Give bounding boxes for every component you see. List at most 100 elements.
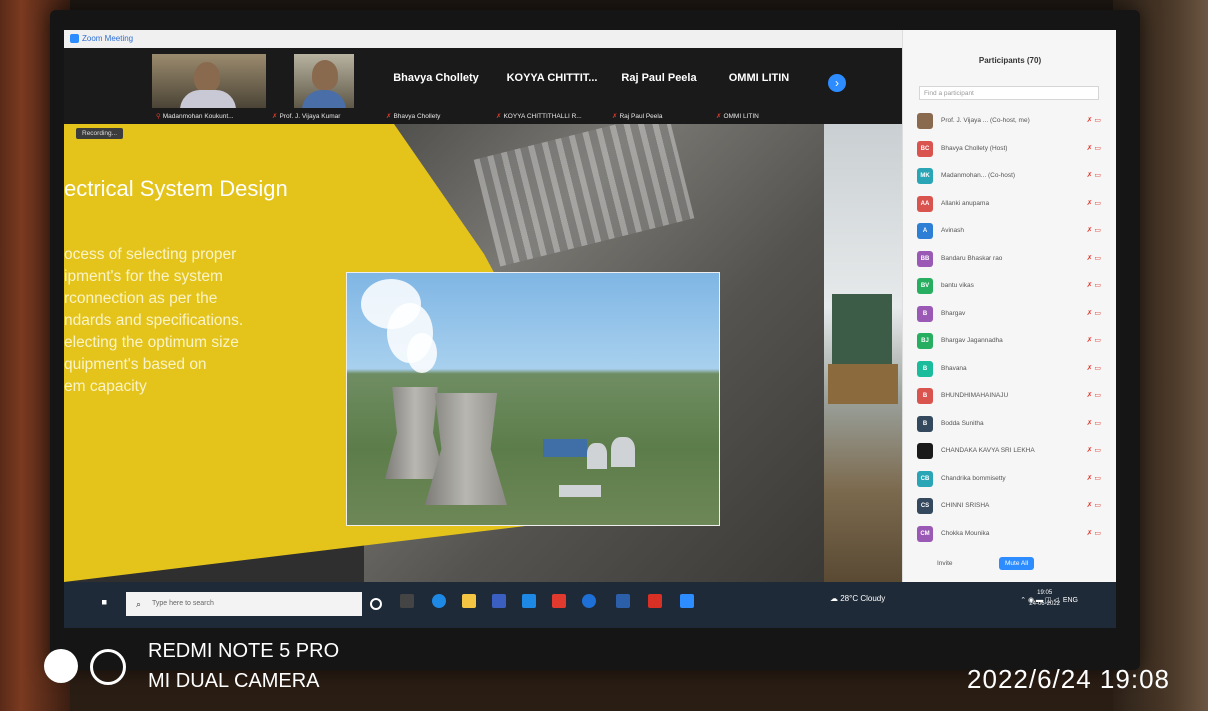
mic-muted-icon[interactable]: ✗ ▭ — [1087, 144, 1101, 152]
tile-big-name: Bhavya Chollety — [393, 72, 479, 84]
participant-row[interactable]: BC Bhavya Chollety (Host) ✗ ▭ — [917, 136, 1103, 164]
video-tile[interactable] — [294, 54, 354, 108]
participant-name: Madanmohan... (Co-host) — [941, 172, 1016, 179]
video-tile[interactable]: KOYYA CHITTIT... — [494, 54, 610, 108]
participant-name: Bandaru Bhaskar rao — [941, 254, 1003, 262]
reactor-dome — [611, 437, 635, 467]
shared-slide: Recording... ectrical System Design oces… — [64, 124, 902, 582]
avatar: B — [917, 360, 933, 377]
search-icon: ⌕ — [136, 599, 142, 609]
tile-name: ✗ Bhavya Chollety — [386, 113, 441, 120]
power-plant-photo — [346, 272, 720, 526]
participant-row[interactable]: MK Madanmohan... (Co-host) ✗ ▭ — [917, 163, 1103, 191]
zoom-taskbar-icon[interactable] — [680, 594, 694, 608]
invite-button[interactable]: Invite — [937, 560, 953, 567]
participant-row[interactable]: CHANDAKA KAVYA SRI LEKHA ✗ ▭ — [917, 438, 1103, 466]
taskbar-search-input[interactable]: ⌕ Type here to search — [126, 592, 362, 616]
taskbar-clock[interactable]: 19:05 24-06-2022 — [1029, 588, 1060, 610]
app-icon[interactable] — [582, 594, 596, 608]
avatar: A — [917, 223, 933, 239]
mic-muted-icon: ✗ — [272, 113, 278, 120]
participant-row[interactable]: B BHUNDHIMAHAINAJU ✗ ▭ — [917, 383, 1103, 411]
participant-row[interactable]: CM Chokka Mounika ✗ ▭ — [917, 521, 1103, 549]
avatar: BC — [917, 140, 933, 157]
video-tile[interactable] — [152, 54, 266, 108]
mic-icon: ⚲ — [156, 113, 161, 120]
video-tile[interactable]: Raj Paul Peela — [614, 54, 704, 108]
participant-row[interactable]: A Avinash ✗ ▭ — [917, 218, 1103, 246]
participant-row[interactable]: B Bhargav ✗ ▭ — [917, 301, 1103, 329]
participant-row[interactable]: AA Allanki anupama ✗ ▭ — [917, 191, 1103, 219]
mic-muted-icon[interactable]: ✗ ▭ — [1087, 254, 1101, 262]
participant-row[interactable]: Prof. J. Vijaya ... (Co-host, me) ✗ ▭ — [917, 108, 1103, 136]
avatar: BV — [917, 278, 933, 294]
tile-name: ✗ Prof. J. Vijaya Kumar — [272, 113, 341, 120]
participant-row[interactable]: CS CHINNI SRISHA ✗ ▭ — [917, 493, 1103, 521]
avatar: CB — [917, 470, 933, 487]
store-icon[interactable] — [492, 594, 506, 608]
participants-panel: Participants (70) Find a participant Pro… — [902, 30, 1116, 582]
participant-search-input[interactable]: Find a participant — [919, 86, 1099, 100]
mic-muted-icon[interactable]: ✗ ▭ — [1087, 474, 1101, 482]
camera-watermark-text: REDMI NOTE 5 PRO MI DUAL CAMERA — [148, 636, 339, 696]
mic-muted-icon[interactable]: ✗ ▭ — [1087, 116, 1101, 124]
participant-name: CHINNI SRISHA — [941, 502, 990, 509]
participant-row[interactable]: BV bantu vikas ✗ ▭ — [917, 273, 1103, 301]
mic-muted-icon[interactable]: ✗ ▭ — [1087, 309, 1101, 317]
mic-muted-icon: ✗ — [716, 113, 722, 120]
task-switcher-icon[interactable] — [400, 594, 414, 608]
zoom-icon — [70, 34, 79, 44]
weather-widget[interactable]: ☁ 28°C Cloudy — [830, 594, 885, 603]
mic-muted-icon[interactable]: ✗ ▭ — [1087, 171, 1101, 179]
participant-name: Allanki anupama — [941, 199, 990, 207]
participant-row[interactable]: B Bodda Sunitha ✗ ▭ — [917, 411, 1103, 439]
camera-model: REDMI NOTE 5 PRO — [148, 640, 340, 662]
next-page-arrow-icon[interactable]: › — [828, 74, 846, 92]
participant-row[interactable]: CB Chandrika bommisetty ✗ ▭ — [917, 466, 1103, 494]
photo-timestamp: 2022/6/24 19:08 — [967, 664, 1170, 694]
mic-muted-icon[interactable]: ✗ ▭ — [1087, 501, 1101, 509]
mail-icon[interactable] — [522, 594, 536, 608]
clock-date: 24-06-2022 — [1029, 601, 1060, 607]
video-tile[interactable]: Bhavya Chollety — [386, 54, 486, 108]
mic-muted-icon[interactable]: ✗ ▭ — [1087, 226, 1101, 234]
mic-muted-icon[interactable]: ✗ ▭ — [1087, 529, 1101, 537]
avatar: CS — [917, 498, 933, 514]
participant-row[interactable]: BB Bandaru Bhaskar rao ✗ ▭ — [917, 246, 1103, 274]
video-tile[interactable]: OMMI LITIN — [714, 54, 804, 108]
mic-muted-icon[interactable]: ✗ ▭ — [1087, 364, 1101, 372]
avatar: B — [917, 415, 933, 432]
mic-muted-icon[interactable]: ✗ ▭ — [1087, 419, 1101, 427]
tile-big-name: Raj Paul Peela — [621, 72, 697, 84]
instrument-knobs — [473, 124, 695, 267]
mic-muted-icon[interactable]: ✗ ▭ — [1087, 199, 1101, 207]
mic-muted-icon[interactable]: ✗ ▭ — [1087, 281, 1101, 289]
edge-browser-icon[interactable] — [432, 594, 446, 608]
mic-muted-icon: ✗ — [612, 113, 618, 120]
participants-footer: Invite Mute All — [903, 556, 1116, 576]
mic-muted-icon[interactable]: ✗ ▭ — [1087, 446, 1101, 454]
pdf-reader-icon[interactable] — [648, 594, 662, 608]
participant-name: Chokka Mounika — [941, 529, 990, 537]
mic-muted-icon[interactable]: ✗ ▭ — [1087, 391, 1101, 399]
word-icon[interactable] — [616, 594, 630, 608]
recording-badge: Recording... — [76, 128, 124, 139]
mute-all-button[interactable]: Mute All — [999, 557, 1035, 570]
participant-name: BHUNDHIMAHAINAJU — [941, 392, 1009, 399]
mic-muted-icon[interactable]: ✗ ▭ — [1087, 336, 1101, 344]
participant-row[interactable]: B Bhavana ✗ ▭ — [917, 356, 1103, 384]
clock-time: 19:05 — [1037, 590, 1053, 596]
participant-name: Bhargav Jagannadha — [941, 337, 1003, 344]
room-desk — [828, 364, 898, 404]
file-explorer-icon[interactable] — [462, 594, 476, 608]
slide-body-text: ocess of selecting proper ipment's for t… — [64, 246, 244, 395]
office-icon[interactable] — [552, 594, 566, 608]
start-windows-icon[interactable] — [102, 600, 107, 605]
participants-title: Participants (70) — [978, 56, 1042, 65]
tile-name: ✗ OMMI LITIN — [716, 113, 759, 120]
participant-row[interactable]: BJ Bhargav Jagannadha ✗ ▭ — [917, 328, 1103, 356]
window-title: Zoom Meeting — [82, 34, 134, 43]
camera-watermark-ring — [90, 649, 126, 685]
task-view-icon[interactable] — [370, 598, 382, 610]
slide-title: ectrical System Design — [64, 176, 288, 201]
